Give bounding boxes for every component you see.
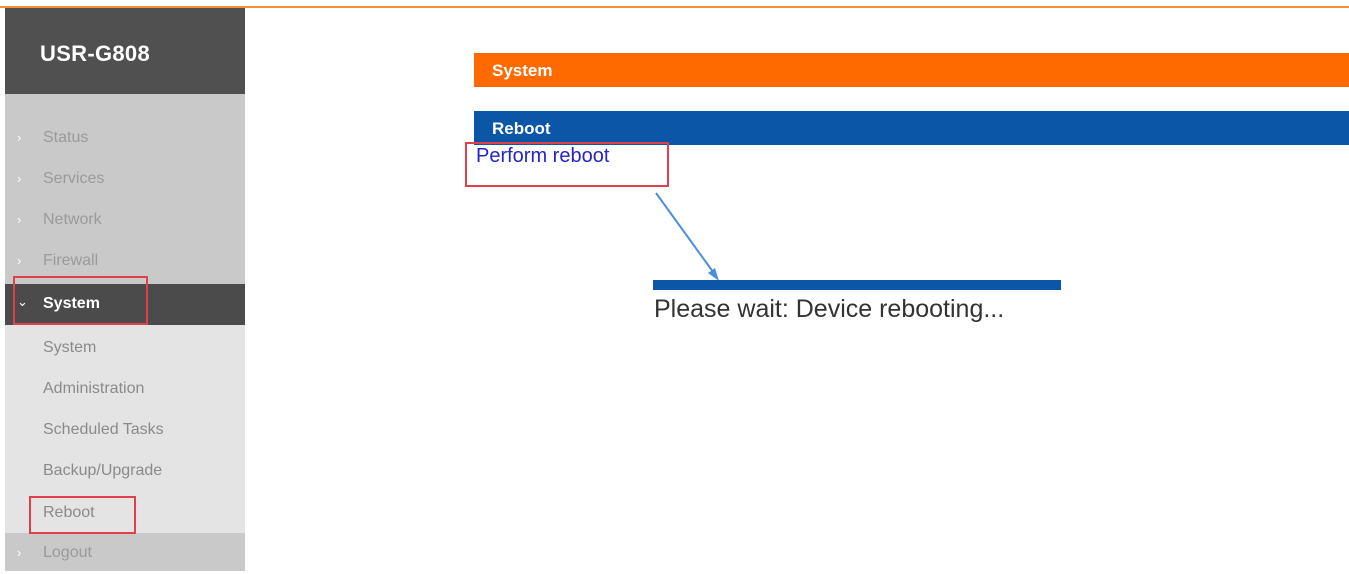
reboot-status-message: Please wait: Device rebooting...	[654, 295, 1005, 323]
reboot-progress-bar	[653, 280, 1061, 290]
